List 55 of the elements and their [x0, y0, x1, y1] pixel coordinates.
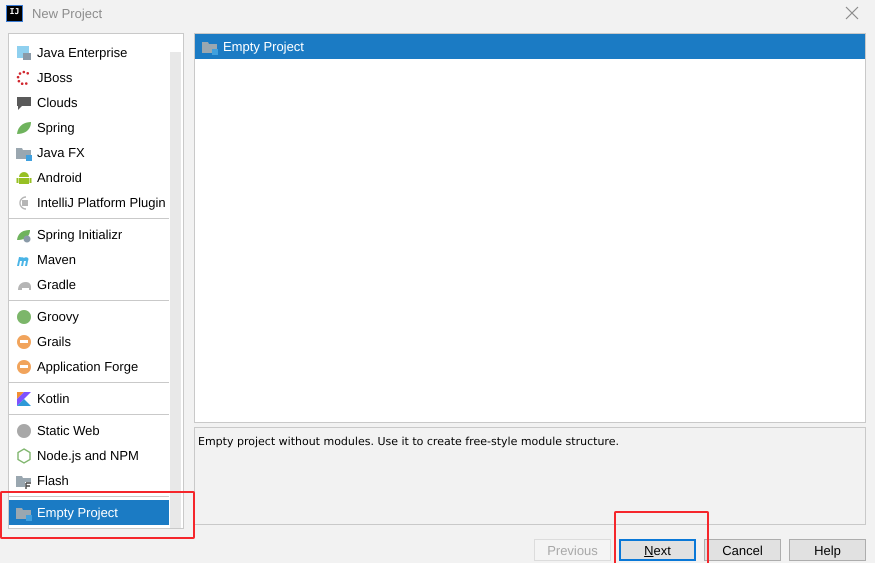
dialog-button[interactable]: Help [789, 539, 866, 561]
project-type-item[interactable]: Gradle [9, 272, 169, 297]
item-label: Empty Project [37, 505, 118, 520]
template-item[interactable]: Empty Project [195, 34, 865, 59]
project-type-item[interactable]: Spring Initializr [9, 222, 169, 247]
project-type-item[interactable]: Java Enterprise [9, 40, 169, 65]
leaf-icon [16, 120, 32, 136]
project-type-item[interactable]: Java FX [9, 140, 169, 165]
project-type-item[interactable]: Grails [9, 329, 169, 354]
item-label: Empty Project [223, 39, 304, 54]
item-label: Java FX [37, 145, 85, 160]
item-label: Grails [37, 334, 71, 349]
window-title: New Project [32, 6, 104, 20]
project-type-item[interactable]: Static Web [9, 418, 169, 443]
item-label: Gradle [37, 277, 76, 292]
project-type-item[interactable]: Kotlin [9, 386, 169, 411]
item-label: Kotlin [37, 391, 70, 406]
item-label: Android [37, 170, 82, 185]
window-icon [16, 44, 32, 60]
hexagon-icon [16, 448, 32, 464]
dialog-button[interactable]: Next [619, 539, 696, 561]
item-label: Node.js and NPM [37, 448, 139, 463]
project-type-item[interactable]: Application Forge [9, 354, 169, 379]
item-label: Maven [37, 252, 76, 267]
item-label: Clouds [37, 95, 78, 110]
kotlin-icon [16, 390, 32, 406]
project-type-item[interactable]: IntelliJ Platform Plugin [9, 190, 169, 215]
project-type-item[interactable]: Spring [9, 115, 169, 140]
project-type-item[interactable]: Flash [9, 468, 169, 493]
speech-bubble-icon [16, 94, 32, 110]
project-type-item[interactable]: Empty Project [9, 500, 169, 525]
item-label: Groovy [37, 309, 79, 324]
project-type-item[interactable]: Clouds [9, 90, 169, 115]
item-label: Static Web [37, 423, 100, 438]
project-type-item[interactable]: Maven [9, 247, 169, 272]
item-label: Flash [37, 473, 69, 488]
scrollbar[interactable] [170, 52, 181, 528]
dotted-ring-icon [16, 70, 32, 86]
grails-icon [16, 334, 32, 350]
grails-icon [16, 358, 32, 374]
project-type-item[interactable]: JBoss [9, 65, 169, 90]
close-button[interactable] [845, 6, 859, 20]
dialog-button[interactable]: Cancel [704, 539, 781, 561]
project-type-item[interactable]: Node.js and NPM [9, 443, 169, 468]
project-type-item[interactable]: Groovy [9, 304, 169, 329]
item-label: Spring Initializr [37, 227, 122, 242]
item-label: Java Enterprise [37, 45, 128, 60]
item-label: Application Forge [37, 359, 138, 374]
item-label: IntelliJ Platform Plugin [37, 195, 166, 210]
project-type-item[interactable]: Android [9, 165, 169, 190]
app-logo: IJ [6, 4, 23, 22]
description-text: Empty project without modules. Use it to create free-style module structure. [198, 435, 619, 448]
item-label: Spring [37, 120, 75, 135]
item-label: JBoss [37, 70, 72, 85]
android-icon [16, 170, 32, 186]
